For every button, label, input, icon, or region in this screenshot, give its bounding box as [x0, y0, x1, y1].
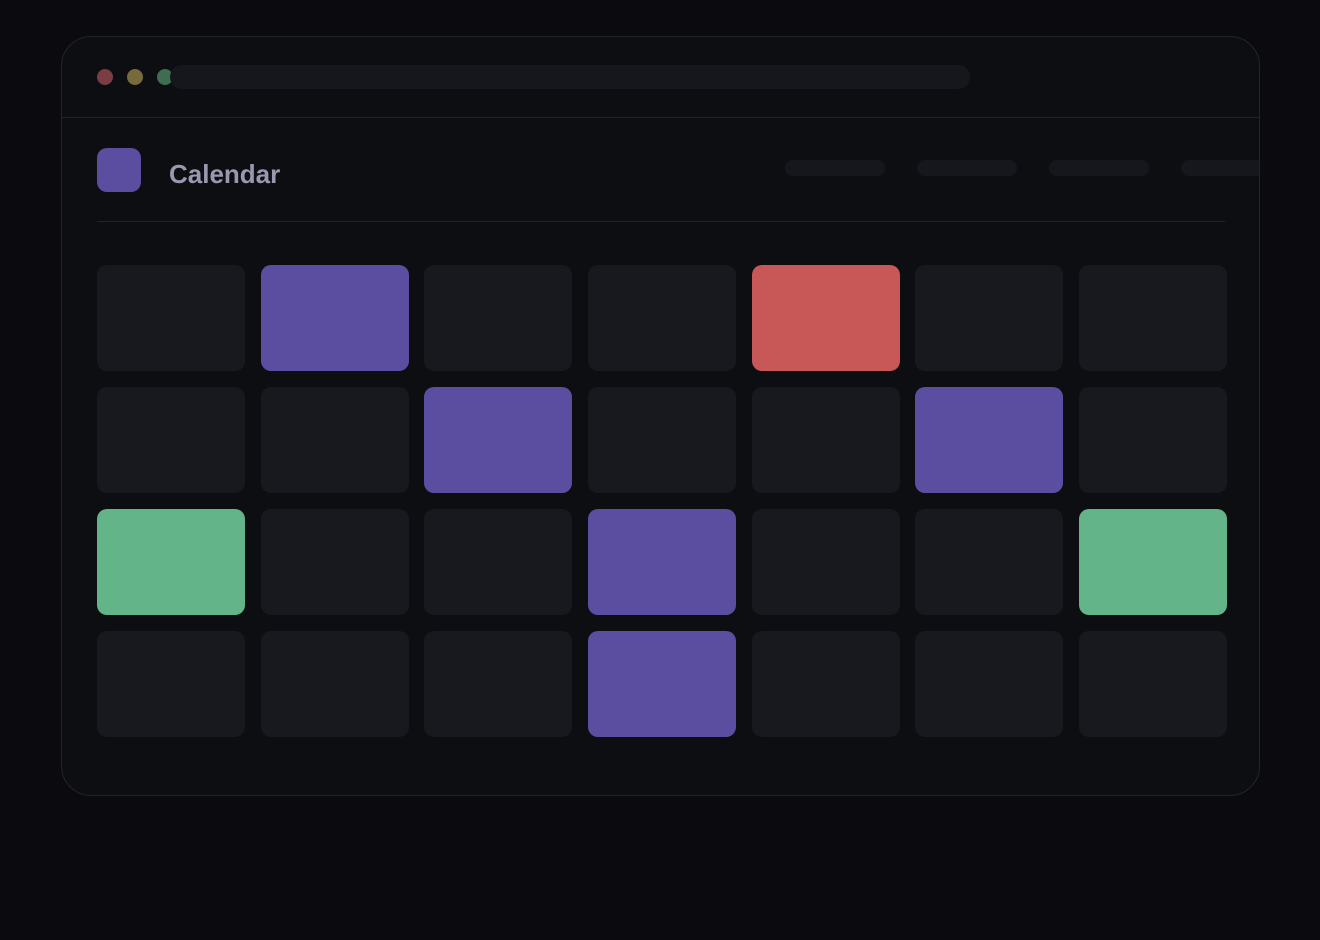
calendar-event-cell[interactable] [588, 631, 737, 737]
calendar-day-cell[interactable] [424, 509, 573, 615]
nav-item-2[interactable] [917, 160, 1017, 176]
app-window: Calendar [61, 36, 1260, 796]
minimize-dot-icon[interactable] [127, 69, 143, 85]
title-bar [62, 37, 1259, 118]
calendar-day-cell[interactable] [751, 387, 900, 493]
calendar-day-cell[interactable] [588, 265, 737, 371]
calendar-day-cell[interactable] [751, 509, 900, 615]
calendar-day-cell[interactable] [260, 387, 409, 493]
calendar-event-cell[interactable] [1079, 509, 1228, 615]
app-logo-icon [97, 148, 141, 192]
calendar-day-cell[interactable] [915, 265, 1064, 371]
calendar-day-cell[interactable] [915, 509, 1064, 615]
calendar-day-cell[interactable] [588, 387, 737, 493]
calendar-event-cell[interactable] [97, 509, 245, 615]
address-bar[interactable] [170, 65, 970, 89]
nav-item-1[interactable] [785, 160, 885, 176]
calendar-day-cell[interactable] [1079, 265, 1228, 371]
calendar-day-cell[interactable] [751, 631, 900, 737]
calendar-day-cell[interactable] [424, 631, 573, 737]
calendar-day-cell[interactable] [97, 387, 245, 493]
calendar-day-cell[interactable] [97, 631, 245, 737]
calendar-day-cell[interactable] [260, 631, 409, 737]
calendar-event-cell[interactable] [424, 387, 573, 493]
close-dot-icon[interactable] [97, 69, 113, 85]
calendar-event-cell[interactable] [915, 387, 1064, 493]
calendar-day-cell[interactable] [915, 631, 1064, 737]
calendar-day-cell[interactable] [424, 265, 573, 371]
page-title: Calendar [169, 159, 281, 189]
nav-item-3[interactable] [1049, 160, 1149, 176]
calendar-event-cell[interactable] [260, 265, 409, 371]
calendar-grid [97, 265, 1228, 737]
calendar-event-cell[interactable] [588, 509, 737, 615]
calendar-day-cell[interactable] [260, 509, 409, 615]
calendar-event-cell[interactable] [751, 265, 900, 371]
nav-item-4[interactable] [1181, 160, 1259, 176]
app-header: Calendar [97, 148, 1259, 222]
calendar-day-cell[interactable] [1079, 387, 1228, 493]
calendar-day-cell[interactable] [97, 265, 245, 371]
calendar-day-cell[interactable] [1079, 631, 1228, 737]
